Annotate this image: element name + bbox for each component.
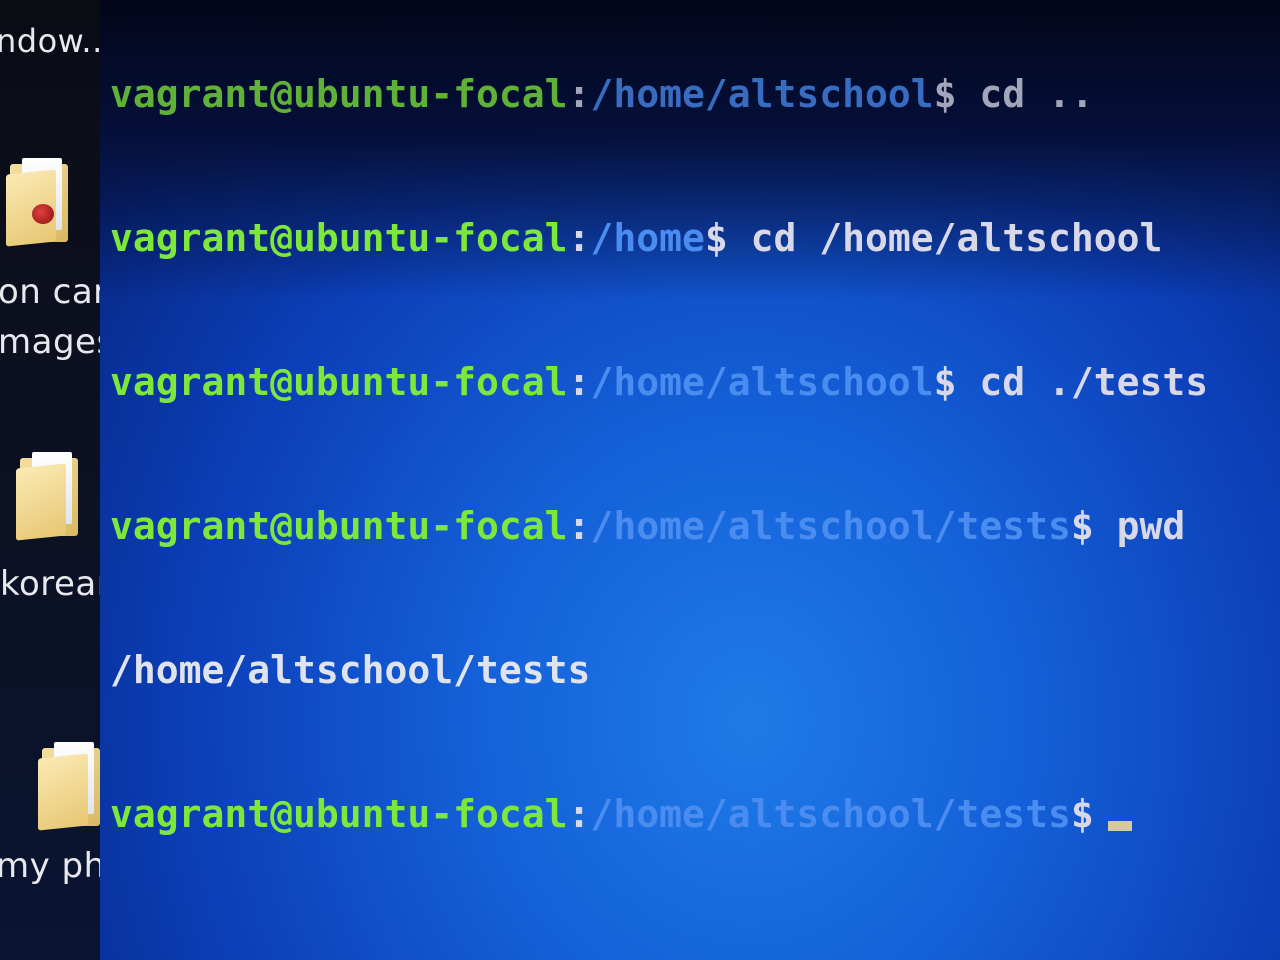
terminal-line: vagrant@ubuntu-focal:/home$ cd /home/alt… [110, 216, 1163, 260]
desktop-label-folder1-line2[interactable]: mages [0, 322, 115, 362]
folder-icon[interactable] [6, 158, 68, 247]
terminal-line: vagrant@ubuntu-focal:/home/altschool$ cd… [110, 360, 1209, 404]
terminal-line: vagrant@ubuntu-focal:/home/altschool/tes… [110, 504, 1186, 548]
terminal-window[interactable]: vagrant@ubuntu-focal:/home/altschool$ cd… [100, 0, 1280, 960]
terminal-line: vagrant@ubuntu-focal:/home/altschool$ cd… [110, 72, 1094, 116]
folder-icon[interactable] [16, 452, 78, 541]
folder-icon[interactable] [38, 742, 100, 831]
desktop-label-window[interactable]: ndow... [0, 22, 113, 60]
screen: ndow... on canc mages korean my phon vag… [0, 0, 1280, 960]
terminal-line: /home/altschool/tests [110, 648, 591, 692]
terminal-output: vagrant@ubuntu-focal:/home/altschool$ cd… [110, 0, 1208, 934]
terminal-cursor [1107, 821, 1132, 831]
terminal-prompt-line[interactable]: vagrant@ubuntu-focal:/home/altschool/tes… [110, 790, 1208, 838]
